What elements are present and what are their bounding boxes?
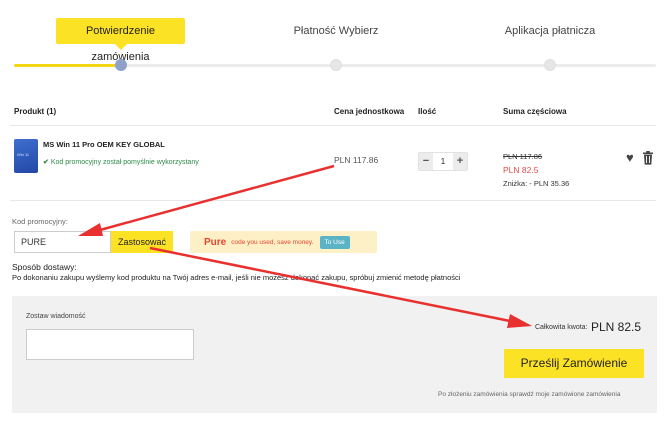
step-confirmation: Potwierdzenie zamówienia	[56, 18, 185, 63]
shipping-info: Po dokonaniu zakupu wyślemy kod produktu…	[12, 273, 461, 282]
message-textarea[interactable]	[26, 329, 194, 360]
after-order-note: Po złożeniu zamówienia sprawdź moje zamó…	[438, 391, 621, 398]
heart-icon[interactable]: ♥	[626, 151, 634, 165]
step-dot-1	[115, 59, 127, 71]
step-dot-2	[330, 59, 342, 71]
step-payment-app: Aplikacja płatnicza	[504, 25, 596, 37]
product-image[interactable]: Win 11	[14, 139, 38, 173]
message-label: Zostaw wiadomość	[26, 313, 86, 320]
discounted-price: PLN 82.5	[503, 165, 539, 175]
quantity-increase-button[interactable]: +	[453, 153, 467, 170]
col-header-quantity: Ilość	[418, 107, 437, 116]
promo-banner-code: Pure	[204, 236, 227, 248]
total-label: Całkowita kwota:	[535, 324, 588, 331]
promo-banner-message: code you used, save money.	[231, 238, 314, 246]
checkmark-icon: ✔	[43, 159, 49, 166]
arrow-to-promo-input	[99, 164, 335, 232]
quantity-value[interactable]: 1	[433, 153, 453, 170]
progress-fill	[14, 64, 121, 67]
apply-promo-button[interactable]: Zastosować	[111, 231, 173, 253]
divider	[10, 200, 656, 201]
promo-code-label: Kod promocyjny:	[12, 217, 68, 226]
total-value: PLN 82.5	[591, 320, 642, 334]
quantity-stepper: − 1 +	[418, 152, 468, 171]
use-code-button[interactable]: To Use	[319, 235, 350, 249]
promo-code-input[interactable]	[14, 231, 111, 253]
original-price: PLN 117.86	[503, 152, 543, 161]
step-dot-3	[544, 59, 556, 71]
promo-success-text: Kod promocyjny został pomyślnie wykorzys…	[50, 159, 199, 166]
promo-success-message: ✔ Kod promocyjny został pomyślnie wykorzy…	[43, 158, 199, 166]
product-image-text: Win 11	[17, 152, 30, 157]
submit-order-button[interactable]: Prześlij Zamówienie	[504, 349, 644, 378]
col-header-subtotal: Suma częściowa	[503, 107, 567, 116]
unit-price: PLN 117.86	[334, 155, 379, 165]
col-header-unit-price: Cena jednostkowa	[334, 107, 405, 116]
step-payment: Płatność Wybierz	[293, 25, 379, 37]
promo-suggestion-banner: Pure code you used, save money. To Use	[190, 231, 377, 253]
quantity-decrease-button[interactable]: −	[419, 153, 433, 170]
discount-amount: Zniżka: - PLN 35.36	[503, 179, 570, 188]
divider	[10, 125, 656, 126]
trash-icon[interactable]	[642, 151, 654, 165]
product-name[interactable]: MS Win 11 Pro OEM KEY GLOBAL	[43, 140, 165, 149]
shipping-method-label: Sposób dostawy:	[12, 262, 77, 272]
col-header-product: Produkt (1)	[14, 107, 57, 116]
checkout-stepper: Potwierdzenie zamówienia Płatność Wybier…	[0, 0, 670, 80]
